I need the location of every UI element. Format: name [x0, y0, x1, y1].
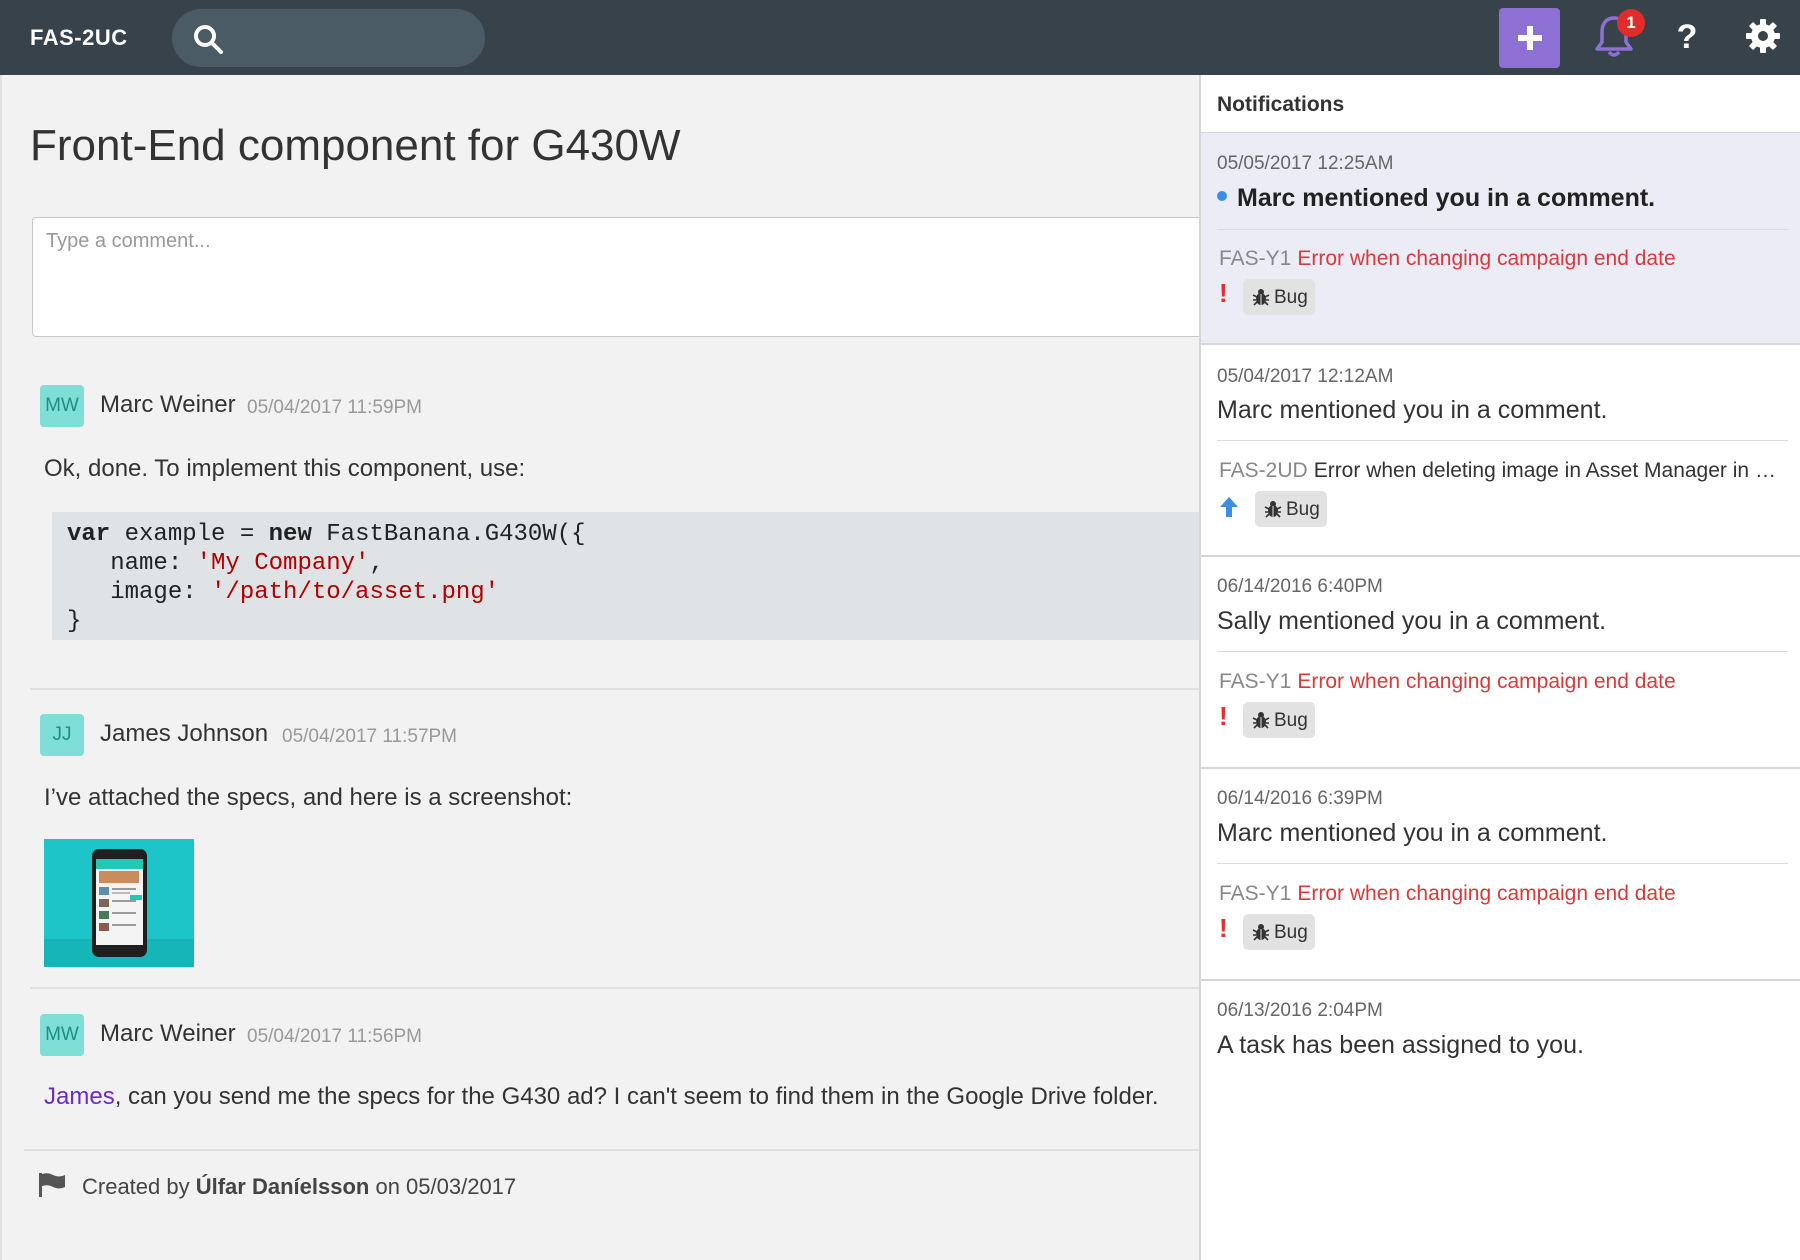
- notification-item[interactable]: 05/05/2017 12:25AM Marc mentioned you in…: [1201, 133, 1800, 345]
- notification-date: 06/14/2016 6:39PM: [1217, 788, 1383, 809]
- bug-tag: Bug: [1255, 491, 1327, 527]
- comment-author[interactable]: Marc Weiner: [100, 1020, 236, 1048]
- plus-icon: [1518, 26, 1542, 50]
- creator-name[interactable]: Úlfar Daníelsson: [196, 1174, 370, 1199]
- add-button[interactable]: [1499, 8, 1560, 68]
- code-block: var example = new FastBanana.G430W({ nam…: [52, 512, 1200, 640]
- bug-tag: Bug: [1243, 914, 1315, 950]
- task-key: FAS-Y1: [1219, 670, 1292, 693]
- notification-item[interactable]: 06/13/2016 2:04PM A task has been assign…: [1201, 981, 1800, 1101]
- top-bar: FAS-2UC 1 ?: [0, 0, 1800, 75]
- avatar[interactable]: JJ: [40, 714, 84, 756]
- notifications-header: Notifications: [1201, 75, 1800, 133]
- phone-image: [44, 849, 194, 967]
- notification-separator: [1217, 229, 1788, 230]
- bug-tag: Bug: [1243, 279, 1315, 315]
- comment-text: James, can you send me the specs for the…: [44, 1083, 1159, 1110]
- notification-separator: [1217, 863, 1788, 864]
- notification-item[interactable]: 05/04/2017 12:12AM Marc mentioned you in…: [1201, 345, 1800, 557]
- divider: [30, 987, 1200, 989]
- divider: [24, 1149, 1200, 1151]
- task-title: Error when changing campaign end date: [1297, 247, 1676, 270]
- priority-high-icon: !: [1219, 278, 1228, 308]
- comment-author[interactable]: James Johnson: [100, 720, 268, 748]
- comment-timestamp: 05/04/2017 11:59PM: [247, 397, 423, 418]
- notifications-title: Notifications: [1217, 93, 1345, 116]
- search-input[interactable]: [172, 9, 485, 67]
- unread-dot-icon: [1217, 191, 1227, 202]
- comment-timestamp: 05/04/2017 11:56PM: [247, 1026, 423, 1047]
- notification-item[interactable]: 06/14/2016 6:40PM Sally mentioned you in…: [1201, 557, 1800, 769]
- priority-up-arrow-icon: [1220, 497, 1238, 517]
- bug-icon: [1252, 289, 1270, 306]
- bug-icon: [1252, 924, 1270, 941]
- task-key: FAS-Y1: [1219, 882, 1292, 905]
- avatar[interactable]: MW: [40, 385, 84, 427]
- notification-task-link[interactable]: FAS-2UD Error when deleting image in Asse…: [1219, 459, 1787, 483]
- notification-separator: [1217, 440, 1788, 441]
- notification-count-badge: 1: [1617, 9, 1645, 37]
- priority-high-icon: !: [1219, 913, 1228, 943]
- notification-message: Sally mentioned you in a comment.: [1217, 607, 1607, 635]
- bug-tag: Bug: [1243, 702, 1315, 738]
- notification-message: Marc mentioned you in a comment.: [1217, 396, 1608, 424]
- notification-date: 06/13/2016 2:04PM: [1217, 1000, 1383, 1021]
- project-key[interactable]: FAS-2UC: [30, 25, 128, 51]
- priority-high-icon: !: [1219, 701, 1228, 731]
- notification-message: Marc mentioned you in a comment.: [1217, 184, 1655, 213]
- flag-icon: [39, 1173, 65, 1197]
- comment-timestamp: 05/04/2017 11:57PM: [282, 726, 458, 747]
- task-key: FAS-2UD: [1219, 459, 1308, 482]
- bug-icon: [1252, 712, 1270, 729]
- bug-icon: [1264, 501, 1282, 518]
- search-icon: [194, 25, 223, 54]
- task-detail: Front-End component for G430W MW Marc We…: [0, 75, 1200, 1260]
- task-title: Error when deleting image in Asset Manag…: [1313, 459, 1787, 482]
- help-button[interactable]: ?: [1672, 16, 1702, 58]
- comment-author[interactable]: Marc Weiner: [100, 391, 236, 419]
- notification-item[interactable]: 06/14/2016 6:39PM Marc mentioned you in …: [1201, 769, 1800, 981]
- notification-separator: [1217, 651, 1788, 652]
- comment-text: Ok, done. To implement this component, u…: [44, 455, 526, 482]
- task-key: FAS-Y1: [1219, 247, 1292, 270]
- notification-task-link[interactable]: FAS-Y1 Error when changing campaign end d…: [1219, 247, 1787, 271]
- notification-task-link[interactable]: FAS-Y1 Error when changing campaign end d…: [1219, 882, 1787, 906]
- notifications-panel: Notifications 05/05/2017 12:25AM Marc me…: [1199, 75, 1800, 1260]
- notification-date: 05/04/2017 12:12AM: [1217, 366, 1394, 387]
- notification-message: A task has been assigned to you.: [1217, 1031, 1584, 1059]
- notification-task-link[interactable]: FAS-Y1 Error when changing campaign end d…: [1219, 670, 1787, 694]
- comment-box[interactable]: [32, 217, 1200, 337]
- task-title: Error when changing campaign end date: [1297, 670, 1676, 693]
- comment-input[interactable]: [33, 218, 1200, 336]
- created-by-line: Created by Úlfar Daníelsson on 05/03/201…: [82, 1174, 517, 1199]
- gear-icon[interactable]: [1745, 18, 1781, 54]
- comment-text: I’ve attached the specs, and here is a s…: [44, 784, 573, 811]
- task-title: Error when changing campaign end date: [1297, 882, 1676, 905]
- screenshot-thumbnail[interactable]: [44, 839, 194, 967]
- notification-date: 06/14/2016 6:40PM: [1217, 576, 1383, 597]
- user-mention-link[interactable]: James: [44, 1083, 115, 1110]
- avatar[interactable]: MW: [40, 1014, 84, 1056]
- notification-date: 05/05/2017 12:25AM: [1217, 153, 1394, 174]
- divider: [30, 688, 1200, 690]
- page-title: Front-End component for G430W: [30, 121, 681, 170]
- notification-message: Marc mentioned you in a comment.: [1217, 819, 1608, 847]
